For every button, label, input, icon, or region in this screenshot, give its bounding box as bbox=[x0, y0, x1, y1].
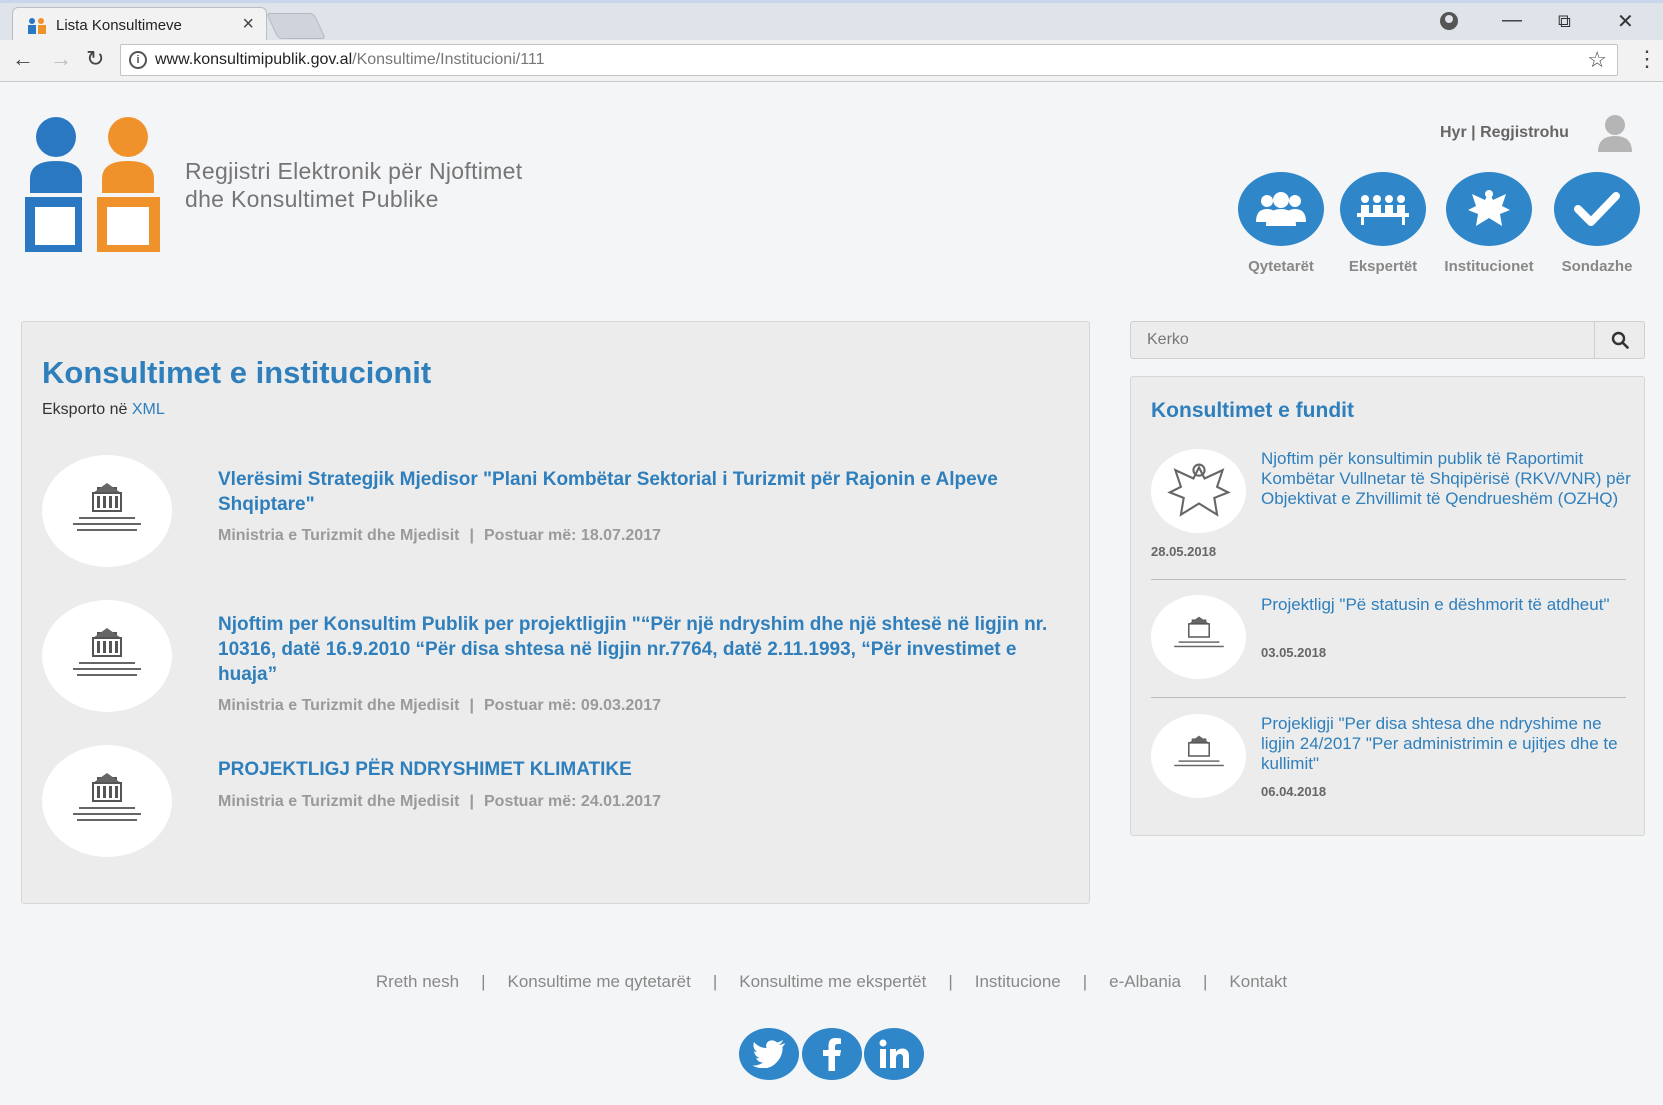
recent-item-link[interactable]: Projektligj "Pë statusin e dëshmorit të … bbox=[1261, 595, 1631, 615]
restore-icon[interactable]: ⧉ bbox=[1558, 11, 1571, 32]
institutions-eagle-icon[interactable] bbox=[1446, 172, 1532, 246]
close-window-icon[interactable]: ✕ bbox=[1617, 9, 1634, 34]
consultation-title-link[interactable]: PROJEKTLIGJ PËR NDRYSHIMET KLIMATIKE bbox=[218, 757, 1078, 782]
recent-item-link[interactable]: Projekligji "Per disa shtesa dhe ndryshi… bbox=[1261, 714, 1631, 774]
ministry-seal-image bbox=[42, 745, 172, 857]
forward-icon[interactable]: → bbox=[50, 46, 72, 72]
export-xml-link[interactable]: XML bbox=[132, 401, 165, 418]
footer-link-institutions[interactable]: Institucione bbox=[953, 972, 1083, 991]
consultation-item: PROJEKTLIGJ PËR NDRYSHIMET KLIMATIKE Min… bbox=[42, 745, 1072, 860]
divider bbox=[1151, 579, 1626, 580]
ministry-seal-image bbox=[42, 455, 172, 567]
consultation-title-link[interactable]: Njoftim per Konsultim Publik per projekt… bbox=[218, 612, 1078, 687]
facebook-icon[interactable] bbox=[802, 1028, 862, 1080]
site-title: Regjistri Elektronik për Njoftimet dhe K… bbox=[185, 158, 523, 212]
minimize-icon[interactable]: — bbox=[1502, 9, 1522, 32]
consultation-meta: Ministria e Turizmit dhe Mjedisit | Postua… bbox=[218, 697, 661, 714]
footer-link-experts[interactable]: Konsultime me ekspertët bbox=[717, 972, 948, 991]
reload-icon[interactable]: ↻ bbox=[86, 46, 104, 72]
recent-item: Projekligji "Per disa shtesa dhe ndryshi… bbox=[1151, 714, 1626, 804]
eagle-emblem-image bbox=[1151, 449, 1246, 533]
twitter-icon[interactable] bbox=[739, 1028, 799, 1080]
browser-address-bar: ← → ↻ i www.konsultimipublik.gov.al/Kons… bbox=[0, 40, 1663, 82]
divider bbox=[1151, 697, 1626, 698]
new-tab-button[interactable] bbox=[265, 13, 327, 39]
ministry-seal-image bbox=[1151, 714, 1246, 798]
footer-link-contact[interactable]: Kontakt bbox=[1207, 972, 1309, 991]
recent-item: Njoftim për konsultimin publik të Raport… bbox=[1151, 449, 1631, 559]
consultation-item: Vlerësimi Strategjik Mjedisor "Plani Kom… bbox=[42, 455, 1072, 570]
back-icon[interactable]: ← bbox=[12, 46, 34, 72]
experts-icon[interactable] bbox=[1340, 172, 1426, 246]
category-institutions[interactable]: Institucionet bbox=[1429, 172, 1549, 275]
site-favicon-icon bbox=[28, 18, 46, 34]
register-link[interactable]: Regjistrohu bbox=[1480, 124, 1569, 141]
bookmark-star-icon[interactable]: ☆ bbox=[1587, 47, 1607, 73]
tab-close-icon[interactable]: × bbox=[242, 13, 254, 36]
page-title: Konsultimet e institucionit bbox=[42, 355, 432, 390]
browser-profile-icon[interactable] bbox=[1440, 12, 1458, 30]
ministry-seal-image bbox=[1151, 595, 1246, 679]
footer-link-about[interactable]: Rreth nesh bbox=[354, 972, 481, 991]
site-info-icon[interactable]: i bbox=[129, 51, 147, 69]
consultation-meta: Ministria e Turizmit dhe Mjedisit | Postua… bbox=[218, 793, 661, 810]
url-text: www.konsultimipublik.gov.al/Konsultime/I… bbox=[155, 51, 545, 68]
search-icon bbox=[1611, 331, 1629, 349]
recent-item-link[interactable]: Njoftim për konsultimin publik të Raport… bbox=[1261, 449, 1631, 509]
ministry-seal-image bbox=[42, 600, 172, 712]
search-box bbox=[1130, 321, 1645, 359]
institution-consultations-panel: Konsultimet e institucionit Eksporto në … bbox=[21, 321, 1090, 904]
recent-item-date: 28.05.2018 bbox=[1151, 544, 1217, 559]
category-surveys[interactable]: Sondazhe bbox=[1537, 172, 1657, 275]
recent-consultations-title: Konsultimet e fundit bbox=[1151, 399, 1354, 422]
consultation-title-link[interactable]: Vlerësimi Strategjik Mjedisor "Plani Kom… bbox=[218, 467, 1078, 517]
checkmark-icon[interactable] bbox=[1554, 172, 1640, 246]
linkedin-icon[interactable] bbox=[864, 1028, 924, 1080]
browser-tab[interactable]: Lista Konsultimeve × bbox=[12, 7, 267, 43]
url-field[interactable]: i www.konsultimipublik.gov.al/Konsultime… bbox=[120, 44, 1618, 76]
site-logo[interactable] bbox=[25, 117, 160, 252]
recent-item-date: 03.05.2018 bbox=[1261, 645, 1327, 660]
user-icon[interactable] bbox=[1597, 114, 1633, 152]
search-button[interactable] bbox=[1594, 322, 1644, 358]
consultation-item: Njoftim per Konsultim Publik per projekt… bbox=[42, 600, 1072, 715]
recent-item: Projektligj "Pë statusin e dëshmorit të … bbox=[1151, 595, 1626, 685]
footer-link-ealbania[interactable]: e-Albania bbox=[1087, 972, 1203, 991]
footer-link-citizens[interactable]: Konsultime me qytetarët bbox=[486, 972, 713, 991]
category-experts[interactable]: Ekspertët bbox=[1323, 172, 1443, 275]
tab-title: Lista Konsultimeve bbox=[56, 17, 182, 34]
login-link[interactable]: Hyr bbox=[1440, 124, 1467, 141]
recent-consultations-panel: Konsultimet e fundit Njoftim për konsult… bbox=[1130, 376, 1645, 836]
footer-nav: Rreth nesh | Konsultime me qytetarët | Konsu… bbox=[0, 972, 1663, 992]
search-input[interactable] bbox=[1131, 322, 1594, 358]
recent-item-date: 06.04.2018 bbox=[1261, 784, 1327, 799]
export-line: Eksporto në XML bbox=[42, 401, 165, 418]
consultation-meta: Ministria e Turizmit dhe Mjedisit | Postua… bbox=[218, 527, 661, 544]
login-links: Hyr | Regjistrohu bbox=[1440, 124, 1569, 141]
citizens-icon[interactable] bbox=[1238, 172, 1324, 246]
browser-tab-bar: Lista Konsultimeve × — ⧉ ✕ bbox=[0, 0, 1663, 43]
browser-menu-icon[interactable]: ⋮ bbox=[1636, 46, 1658, 72]
